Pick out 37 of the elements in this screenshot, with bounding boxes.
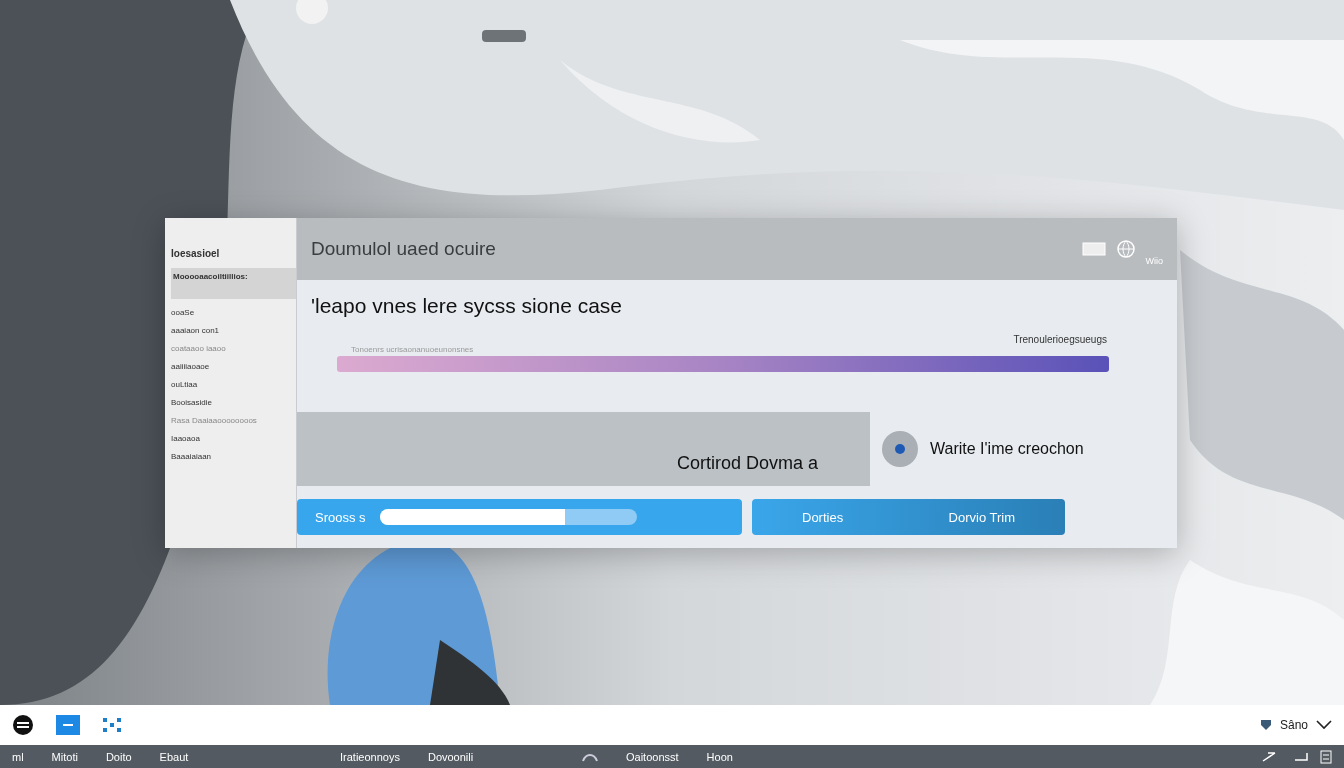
- radio-option[interactable]: Warite I'ime creochon: [882, 431, 1084, 467]
- chevron-icon[interactable]: [1316, 720, 1332, 730]
- bar-item[interactable]: Iratieonnoys: [340, 750, 400, 763]
- app-icon[interactable]: [12, 714, 34, 736]
- sidebar-text: ooaSe: [171, 308, 196, 317]
- split-button[interactable]: Dorties Dorvio Trim: [752, 499, 1065, 535]
- radio-button[interactable]: [882, 431, 918, 467]
- sidebar-text: ouLtiaa: [171, 380, 199, 389]
- grid-icon[interactable]: [102, 716, 122, 734]
- bar-item[interactable]: Hoon: [706, 750, 733, 763]
- bar-item[interactable]: Dovoonili: [427, 750, 474, 763]
- progress-label: Trenoulerioegsueugs: [1013, 334, 1107, 345]
- sidebar-text: Ioesasioel: [171, 248, 221, 259]
- shield-icon: [1259, 719, 1272, 731]
- bar-item[interactable]: Ebaut: [159, 750, 189, 763]
- bar-item[interactable]: Oaitoonsst: [626, 750, 679, 763]
- window-title: Doumulol uaed ocuire: [311, 238, 496, 260]
- arrow-icon[interactable]: [1262, 750, 1276, 763]
- sidebar-text: Baaaiaiaan: [171, 452, 213, 461]
- progress-caption: Tonoenrs ucrisaonanuoeunonsnes: [351, 345, 475, 354]
- globe-icon: [1115, 239, 1136, 259]
- bar-item[interactable]: Mitoti: [51, 750, 78, 763]
- corner-label: Wiio: [1145, 256, 1163, 266]
- sidebar-text: Iaaoaoa: [171, 434, 201, 443]
- bar-item[interactable]: ml: [12, 750, 24, 763]
- arc-icon: [582, 751, 598, 762]
- sidebar-text: aaiiiiaoaoe: [171, 362, 211, 371]
- sidebar-text: coataaoo iaaoo: [171, 344, 227, 353]
- sidebar-text: Rasa Daaiaaoooooooos: [171, 416, 258, 425]
- panel-text: Cortirod Dovma a: [676, 453, 818, 474]
- tray-label: Sâno: [1279, 718, 1308, 732]
- bar-item[interactable]: Doito: [105, 750, 132, 763]
- heading: 'leapo vnes lere sycss sione case: [311, 294, 623, 318]
- panel-icon[interactable]: [1320, 749, 1332, 764]
- sidebar-text: aaaiaon con1: [171, 326, 221, 335]
- sidebar-text: Booisasidie: [171, 398, 213, 407]
- sidebar-banner: Mooooaacoiltiillios:: [171, 268, 296, 299]
